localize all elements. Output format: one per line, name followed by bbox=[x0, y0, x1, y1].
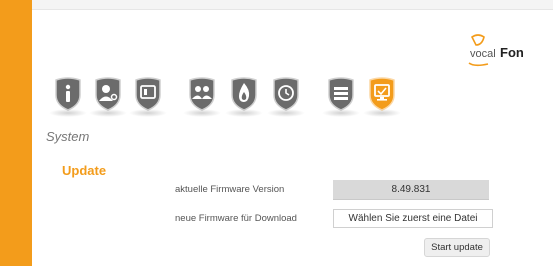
start-update-button[interactable]: Start update bbox=[424, 238, 490, 257]
firmware-download-label: neue Firmware für Download bbox=[175, 213, 297, 224]
firmware-version-label: aktuelle Firmware Version bbox=[175, 184, 285, 195]
nav-contacts[interactable] bbox=[183, 77, 221, 117]
monitor-icon bbox=[369, 77, 395, 111]
nav-alarm-clock[interactable] bbox=[267, 77, 305, 117]
network-icon bbox=[328, 77, 354, 111]
info-icon bbox=[55, 77, 81, 111]
nav-info[interactable] bbox=[49, 77, 87, 117]
nav-network[interactable] bbox=[322, 77, 360, 117]
subsection-title: Update bbox=[62, 163, 107, 178]
nav-user-settings[interactable] bbox=[89, 77, 127, 117]
firmware-version-value: 8.49.831 bbox=[333, 180, 489, 200]
phone-icon bbox=[135, 77, 161, 111]
nav-phone[interactable] bbox=[129, 77, 167, 117]
nav-fire[interactable] bbox=[225, 77, 263, 117]
main-navigation bbox=[0, 0, 553, 120]
nav-system[interactable] bbox=[363, 77, 401, 117]
alarm-clock-icon bbox=[273, 77, 299, 111]
contacts-icon bbox=[189, 77, 215, 111]
section-title: System bbox=[46, 129, 90, 144]
fire-icon bbox=[231, 77, 257, 111]
user-settings-icon bbox=[95, 77, 121, 111]
choose-file-button[interactable]: Wählen Sie zuerst eine Datei bbox=[333, 209, 493, 228]
